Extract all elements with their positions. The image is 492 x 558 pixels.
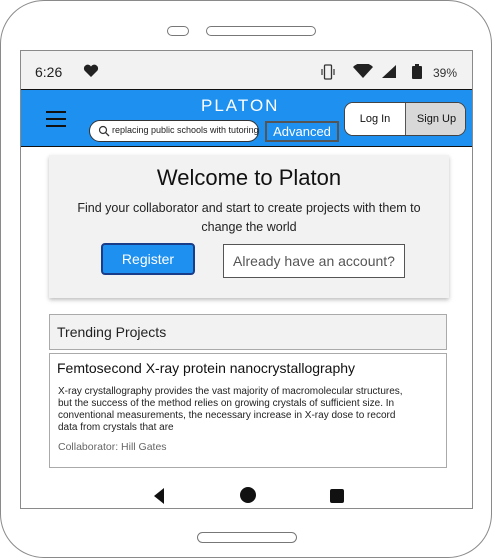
app-bar: PLATON replacing public schools with tut… <box>21 89 472 147</box>
search-value: replacing public schools with tutoring <box>112 125 259 135</box>
login-button[interactable]: Log In <box>345 103 406 135</box>
signal-icon <box>382 65 396 78</box>
project-card[interactable]: Femtosecond X-ray protein nanocrystallog… <box>49 353 447 468</box>
search-input[interactable]: replacing public schools with tutoring <box>89 120 259 142</box>
battery-icon <box>412 64 422 79</box>
status-time: 6:26 <box>35 64 63 80</box>
trending-heading: Trending Projects <box>57 324 167 340</box>
camera-dot <box>167 26 189 36</box>
project-description: X-ray crystallography provides the vast … <box>58 386 403 433</box>
home-icon[interactable] <box>240 487 256 503</box>
project-collaborator: Collaborator: Hill Gates <box>58 441 167 453</box>
register-button[interactable]: Register <box>101 243 195 275</box>
advanced-search-button[interactable]: Advanced <box>265 121 339 142</box>
already-have-account-button[interactable]: Already have an account? <box>223 244 405 278</box>
home-indicator <box>197 532 297 543</box>
auth-button-group: Log In Sign Up <box>344 102 466 136</box>
trending-header: Trending Projects <box>49 314 447 350</box>
speaker-grill <box>206 26 316 36</box>
menu-icon[interactable] <box>46 111 66 127</box>
search-icon <box>98 125 110 137</box>
welcome-title: Welcome to Platon <box>156 165 342 190</box>
heart-icon <box>83 64 99 77</box>
vibrate-icon <box>321 64 335 80</box>
signup-button[interactable]: Sign Up <box>406 103 465 135</box>
status-bar: 6:26 39% <box>21 51 472 89</box>
recents-icon[interactable] <box>330 489 344 503</box>
project-title[interactable]: Femtosecond X-ray protein nanocrystallog… <box>57 360 355 376</box>
brand-logo: PLATON <box>201 96 280 115</box>
battery-percent: 39% <box>433 66 458 80</box>
screen: 6:26 39% PLATON replacing public schools… <box>20 50 473 509</box>
welcome-subtitle: Find your collaborator and start to crea… <box>77 201 421 234</box>
welcome-card: Welcome to Platon Find your collaborator… <box>49 155 449 298</box>
system-nav-bar <box>21 479 472 508</box>
wifi-icon <box>353 64 373 78</box>
back-icon[interactable] <box>153 488 165 504</box>
